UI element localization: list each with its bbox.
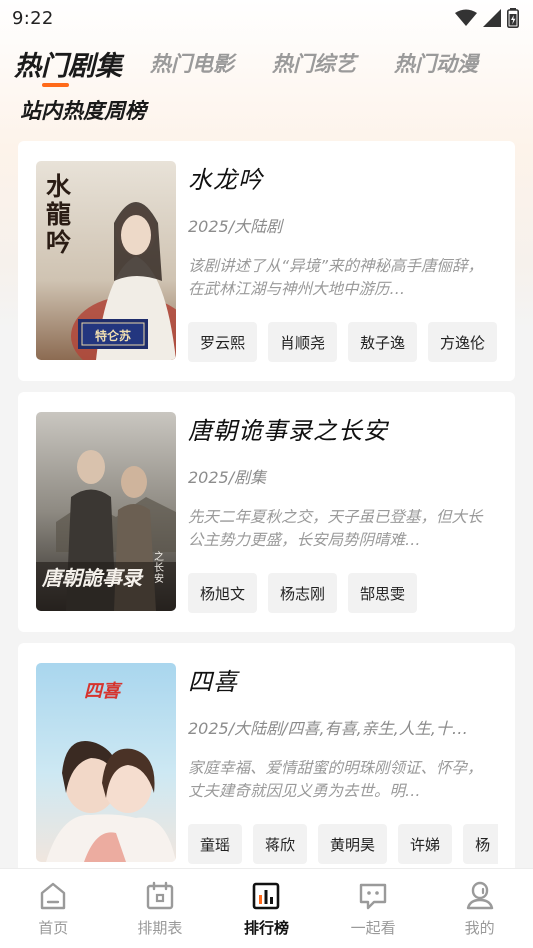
show-card[interactable]: 唐朝詭事录 之长安 唐朝诡事录之长安 2025/剧集 先天二年夏秋之交，天子虽已… <box>18 392 515 632</box>
tab-hot-series[interactable]: 热门剧集 <box>14 40 122 83</box>
show-title[interactable]: 四喜 <box>188 662 238 697</box>
show-card[interactable]: 水龍吟 特仑苏 水龙吟 2025/大陆剧 该剧讲述了从“异境”来的神秘高手唐俪辞… <box>18 141 515 381</box>
poster-title-text: 四喜 <box>84 681 120 702</box>
cast-chip[interactable]: 黄明昊 <box>318 824 388 864</box>
cast-chip[interactable]: 许娣 <box>398 824 453 864</box>
active-tab-indicator <box>42 83 69 87</box>
signal-icon <box>483 9 501 27</box>
status-bar: 9:22 <box>0 0 533 36</box>
ranking-list: 水龍吟 特仑苏 水龙吟 2025/大陆剧 该剧讲述了从“异境”来的神秘高手唐俪辞… <box>18 141 515 894</box>
nav-schedule[interactable]: 排期表 <box>107 869 214 948</box>
ranking-icon <box>251 881 281 911</box>
cast-chip[interactable]: 敖子逸 <box>348 322 418 362</box>
poster-subtitle-text: 之长安 <box>154 552 164 585</box>
calendar-icon <box>145 881 175 911</box>
cast-chip[interactable]: 肖顺尧 <box>268 322 338 362</box>
nav-watch-together[interactable]: 一起看 <box>320 869 427 948</box>
show-poster[interactable]: 四喜 <box>36 663 176 862</box>
nav-profile[interactable]: 我的 <box>426 869 533 948</box>
show-poster[interactable]: 唐朝詭事录 之长安 <box>36 412 176 611</box>
profile-icon <box>465 881 495 911</box>
home-icon <box>38 881 68 911</box>
show-description: 该剧讲述了从“异境”来的神秘高手唐俪辞，在武林江湖与神州大地中游历… <box>188 257 484 298</box>
cast-chip[interactable]: 杨旭文 <box>188 573 258 613</box>
nav-label: 我的 <box>464 919 495 937</box>
tab-hot-movies[interactable]: 热门电影 <box>150 40 234 78</box>
nav-home[interactable]: 首页 <box>0 869 107 948</box>
cast-list: 童瑶 蒋欣 黄明昊 许娣 杨 <box>188 824 498 864</box>
show-description: 先天二年夏秋之交，天子虽已登基，但大长公主势力更盛，长安局势阴晴难… <box>188 508 483 549</box>
nav-label: 排行榜 <box>243 919 289 937</box>
nav-ranking[interactable]: 排行榜 <box>213 869 320 948</box>
show-poster[interactable]: 水龍吟 特仑苏 <box>36 161 176 360</box>
cast-chip[interactable]: 蒋欣 <box>253 824 308 864</box>
cast-chip[interactable]: 童瑶 <box>188 824 243 864</box>
cast-list: 罗云熙 肖顺尧 敖子逸 方逸伦 <box>188 322 498 362</box>
wifi-icon <box>455 9 477 27</box>
section-title: 站内热度周榜 <box>20 99 146 123</box>
nav-label: 排期表 <box>137 919 183 937</box>
poster-sponsor-badge: 特仑苏 <box>94 329 131 343</box>
chat-icon <box>358 881 388 911</box>
show-description: 家庭幸福、爱情甜蜜的明珠刚领证、怀孕，丈夫建奇就因见义勇为去世。明… <box>188 759 483 800</box>
tab-hot-anime[interactable]: 热门动漫 <box>394 40 478 78</box>
poster-title-text: 唐朝詭事录 <box>42 566 142 590</box>
show-meta: 2025/剧集 <box>188 468 267 487</box>
category-tabs: 热门剧集 热门电影 热门综艺 热门动漫 <box>0 40 533 88</box>
status-time: 9:22 <box>12 7 54 29</box>
nav-label: 一起看 <box>350 919 396 937</box>
show-title[interactable]: 唐朝诡事录之长安 <box>188 411 388 446</box>
show-meta: 2025/大陆剧/四喜,有喜,亲生,人生,十… <box>188 719 468 738</box>
show-title[interactable]: 水龙吟 <box>188 160 263 195</box>
show-meta: 2025/大陆剧 <box>188 217 283 236</box>
tab-hot-variety[interactable]: 热门综艺 <box>272 40 356 78</box>
show-card[interactable]: 四喜 四喜 2025/大陆剧/四喜,有喜,亲生,人生,十… 家庭幸福、爱情甜蜜的… <box>18 643 515 883</box>
cast-chip[interactable]: 杨 <box>463 824 498 864</box>
cast-chip[interactable]: 郜思雯 <box>348 573 418 613</box>
cast-list: 杨旭文 杨志刚 郜思雯 <box>188 573 498 613</box>
bottom-navigation: 首页 排期表 排行榜 一起看 我的 <box>0 868 533 948</box>
cast-chip[interactable]: 罗云熙 <box>188 322 258 362</box>
nav-label: 首页 <box>38 919 69 937</box>
cast-chip[interactable]: 方逸伦 <box>428 322 498 362</box>
poster-title-text: 水龍吟 <box>46 172 72 257</box>
status-icons <box>455 8 519 28</box>
cast-chip[interactable]: 杨志刚 <box>268 573 338 613</box>
battery-icon <box>507 8 519 28</box>
